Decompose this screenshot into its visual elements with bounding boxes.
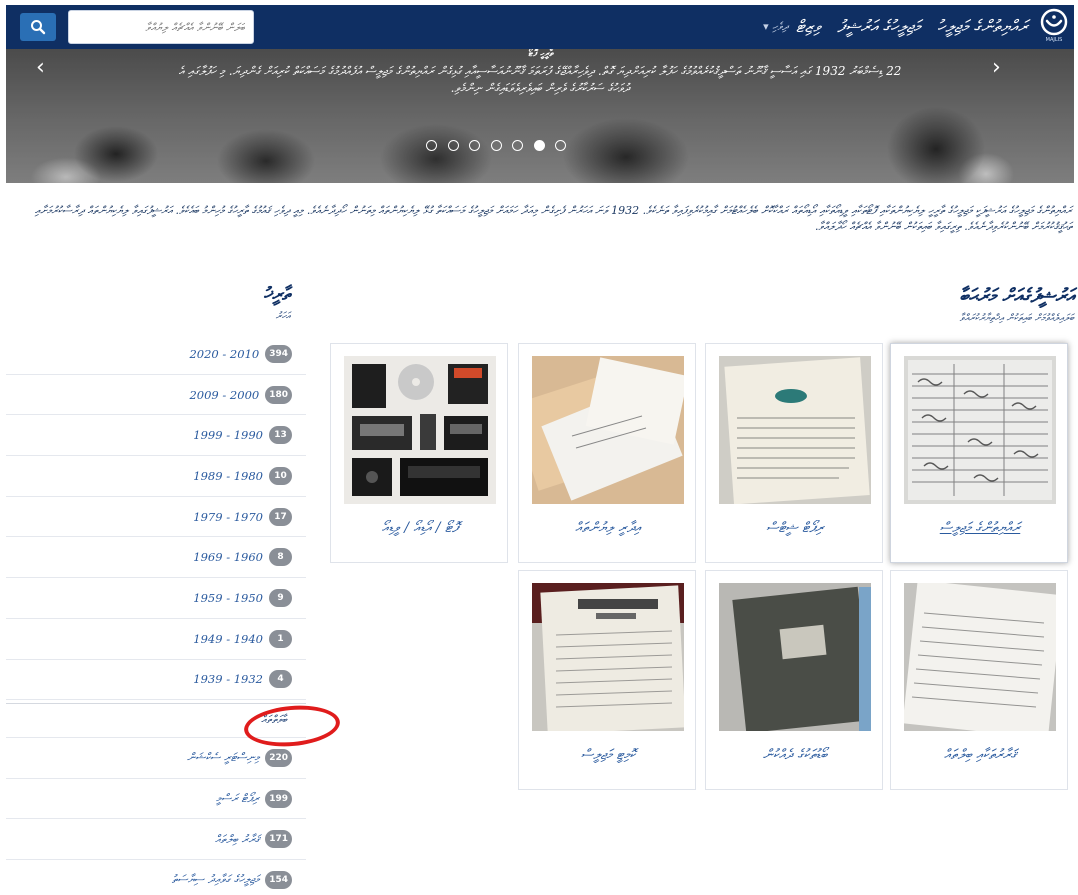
language-select[interactable]: ▾ ދިވެހި xyxy=(708,20,788,36)
card-resolutions[interactable]: ޤަރާރުތަކާއި ބިލްތައް xyxy=(890,570,1068,790)
carousel-dot[interactable] xyxy=(447,139,459,151)
year-filter-item[interactable]: 1969 - 1960 8 xyxy=(6,537,306,579)
carousel-dot[interactable] xyxy=(533,139,545,151)
year-filter-item[interactable]: 1979 - 1970 17 xyxy=(6,497,306,538)
carousel-next-button[interactable]: › xyxy=(992,55,1001,80)
card-image xyxy=(904,356,1056,504)
count-badge: 8 xyxy=(269,548,292,567)
carousel-dots xyxy=(426,138,566,152)
top-navbar: ▾ ދިވެހި ރައްޔިތުންގެ މަޖިލީހު މަޖިލީހުގ… xyxy=(6,5,1074,49)
year-filter-item-label[interactable]: 2009 - 2000 xyxy=(189,388,259,402)
year-filter-item[interactable]: 2009 - 2000 180 xyxy=(6,375,306,416)
search-input[interactable] xyxy=(68,10,254,44)
category-filter-item-label[interactable]: ޤަރާރު ބިލްތައް xyxy=(215,832,259,847)
year-filter-item[interactable]: 1999 - 1990 13 xyxy=(6,415,306,457)
year-filter-item[interactable]: 1959 - 1950 9 xyxy=(6,578,306,619)
card-admin[interactable]: އިދާރީ ލިޔުންތައް xyxy=(518,343,696,563)
search-icon xyxy=(31,20,46,35)
logo-caption: MAJLIS xyxy=(1045,37,1063,43)
year-filter-item[interactable]: 2020 - 2010 394 xyxy=(6,334,306,375)
count-badge: 4 xyxy=(269,670,292,689)
count-badge: 17 xyxy=(269,507,292,526)
year-filter-item-label[interactable]: 2020 - 2010 xyxy=(189,347,259,361)
card-boards[interactable]: ބޯޑުތަކުގެ ދެއްކުން xyxy=(705,570,883,790)
nav-link-visit[interactable]: ވިޒިޓް xyxy=(796,17,820,37)
card-committee[interactable]: ކޮމިޓީ މަޖިލީސް xyxy=(518,570,696,790)
chevron-left-icon: ‹ xyxy=(36,55,45,80)
carousel-dot[interactable] xyxy=(490,139,502,151)
card-media[interactable]: ފޮޓޯ / އޯޑިއޯ / ވީޑިއޯ xyxy=(330,343,508,563)
count-badge: 180 xyxy=(265,385,292,404)
year-filter-item[interactable]: 1989 - 1980 10 xyxy=(6,456,306,497)
count-badge: 13 xyxy=(269,426,292,445)
carousel-dot[interactable] xyxy=(469,139,480,151)
card-label[interactable]: ރިޕޯޓް ޝީޓްސް xyxy=(710,520,880,536)
year-filter-item-label[interactable]: 1939 - 1932 xyxy=(193,672,263,686)
card-image xyxy=(532,356,684,504)
count-badge: 394 xyxy=(265,344,292,363)
sidebar-subtitle: އަހަރު xyxy=(275,311,290,322)
count-badge: 10 xyxy=(269,466,292,485)
count-badge: 1 xyxy=(269,629,292,648)
category-filter-item-label[interactable]: މަޖިލީހުގެ ގަވާއިދު ސިޔާސަތު xyxy=(172,872,260,887)
hero-caption: 22 ޑިސެމްބަރު 1932 ގައި އަސާސީ ޤާނޫނު ތަ… xyxy=(178,64,902,95)
card-image xyxy=(344,356,496,504)
card-majlis[interactable]: ރައްޔިތުންގެ މަޖިލީސް xyxy=(890,343,1068,563)
category-filter-item-label[interactable]: ރިޕޯޓް ރަސްމީ xyxy=(216,791,259,806)
category-filter-item[interactable]: ޤަރާރު ބިލްތައް 171 xyxy=(6,819,306,861)
card-reports[interactable]: ރިޕޯޓް ޝީޓްސް xyxy=(705,343,883,563)
count-badge: 199 xyxy=(265,789,292,808)
year-filter-item[interactable]: 1939 - 1932 4 xyxy=(6,660,306,701)
category-filter-item[interactable]: މަޖިލީހުގެ ގަވާއިދު ސިޔާސަތު 154 xyxy=(6,860,306,895)
card-label[interactable]: ފޮޓޯ / އޯޑިއޯ / ވީޑިއޯ xyxy=(335,520,505,536)
carousel-dot[interactable] xyxy=(555,139,566,151)
card-label[interactable]: ޤަރާރުތަކާއި ބިލްތައް xyxy=(895,747,1065,763)
year-filter-item-label[interactable]: 1959 - 1950 xyxy=(193,591,263,605)
chevron-down-icon: ▾ xyxy=(763,20,769,33)
search-button[interactable] xyxy=(20,13,56,41)
category-filter-list: މިނިސްޓަރީ ސެކްޝަން 220 ރިޕޯޓް ރަސްމީ 199 ޤަ… xyxy=(6,738,306,895)
year-filter-item[interactable]: 1949 - 1940 1 xyxy=(6,619,306,660)
category-filter-item[interactable]: މިނިސްޓަރީ ސެކްޝަން 220 xyxy=(6,738,306,779)
year-filter-item-label[interactable]: 1989 - 1980 xyxy=(193,469,263,483)
count-badge: 220 xyxy=(265,748,292,767)
majlis-logo-icon xyxy=(1040,8,1068,36)
card-image xyxy=(904,583,1056,731)
sidebar-title: ތާރީޚު xyxy=(263,284,290,305)
card-label[interactable]: އިދާރީ ލިޔުންތައް xyxy=(523,520,693,536)
hero-title: ތާރީހީ ފޮޓޯ xyxy=(528,49,554,59)
category-filter-item[interactable]: ރިޕޯޓް ރަސްމީ 199 xyxy=(6,779,306,820)
card-image xyxy=(532,583,684,731)
year-filter-item-label[interactable]: 1969 - 1960 xyxy=(193,550,263,564)
nav-link-archive[interactable]: މަޖިލީހުގެ އަރުޝީފު xyxy=(837,17,920,37)
card-image xyxy=(719,583,871,731)
carousel-prev-button[interactable]: ‹ xyxy=(36,55,45,80)
card-label[interactable]: ކޮމިޓީ މަޖިލީސް xyxy=(523,747,693,763)
card-image xyxy=(719,356,871,504)
count-badge: 154 xyxy=(265,870,292,889)
card-label[interactable]: ރައްޔިތުންގެ މަޖިލީސް xyxy=(895,520,1065,536)
language-label: ދިވެހި xyxy=(772,20,788,33)
nav-link-majlis[interactable]: ރައްޔިތުންގެ މަޖިލީހު xyxy=(937,17,1028,37)
carousel-dot[interactable] xyxy=(426,139,437,151)
card-label[interactable]: ބޯޑުތަކުގެ ދެއްކުން xyxy=(710,747,880,763)
carousel-dot[interactable] xyxy=(512,139,523,151)
count-badge: 9 xyxy=(269,588,292,607)
year-filter-item-label[interactable]: 1949 - 1940 xyxy=(193,632,263,646)
category-filter-item-label[interactable]: މިނިސްޓަރީ ސެކްޝަން xyxy=(187,750,259,765)
hero-carousel: ތާރީހީ ފޮޓޯ 22 ޑިސެމްބަރު 1932 ގައި އަސާ… xyxy=(6,49,1074,183)
majlis-logo[interactable]: MAJLIS xyxy=(1036,8,1072,46)
count-badge: 171 xyxy=(265,830,292,849)
chevron-right-icon: › xyxy=(992,55,1001,80)
main-nav: ރައްޔިތުންގެ މަޖިލީހު މަޖިލީހުގެ އަރުޝީފ… xyxy=(796,13,1028,41)
collections-subtitle: ބަލައިލެއްވުމަށް ބައިތަކުން އިޚްތިޔާރުކު… xyxy=(959,313,1074,324)
year-filter-list: 2020 - 2010 394 2009 - 2000 180 1999 - 1990 1… xyxy=(6,334,306,701)
year-filter-item-label[interactable]: 1999 - 1990 xyxy=(193,428,263,442)
year-filter-item-label[interactable]: 1979 - 1970 xyxy=(193,510,263,524)
intro-paragraph: ރައްޔިތުންގެ މަޖިލީހުގެ އަރުޝީފަކީ މަޖިލ… xyxy=(34,204,1072,233)
collections-title: އަރުޝީފުގެއަށް މަރުޙަބާ xyxy=(959,285,1074,307)
